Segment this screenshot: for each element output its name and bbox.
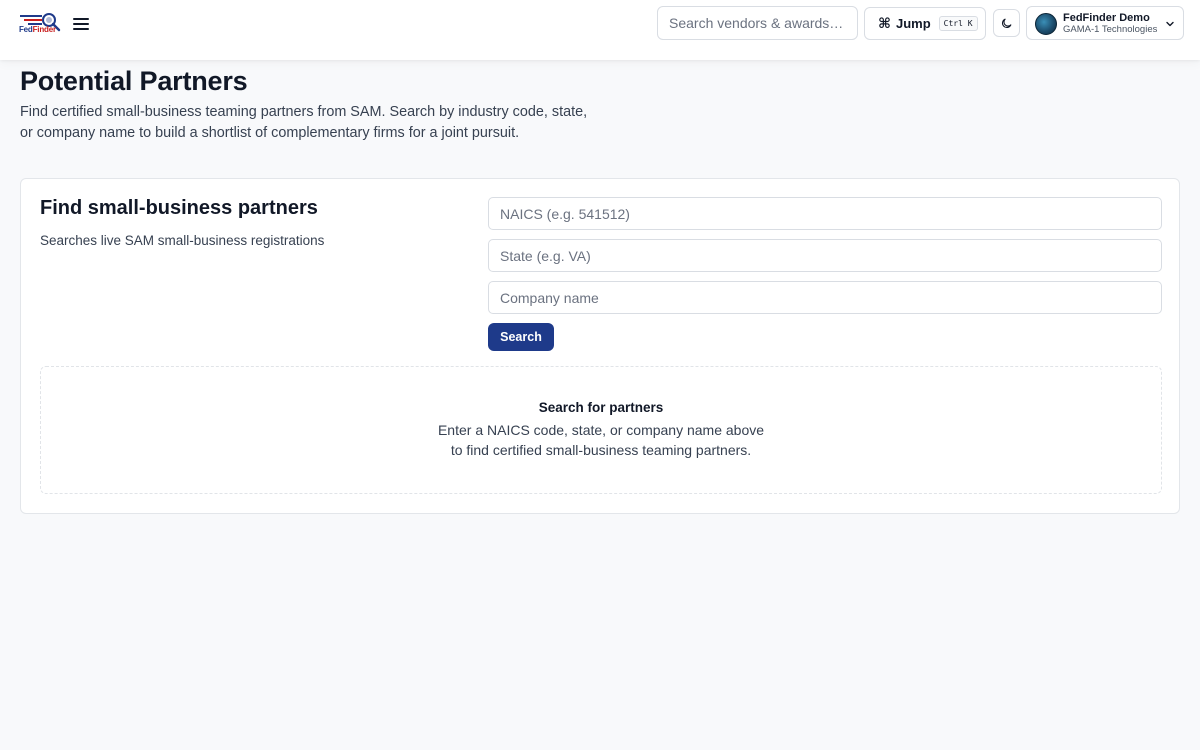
card-subtitle: Searches live SAM small-business registr…	[40, 233, 325, 248]
empty-state: Search for partners Enter a NAICS code, …	[40, 366, 1162, 494]
jump-shortcut: Ctrl K	[938, 16, 978, 31]
company-name-input[interactable]	[488, 281, 1162, 314]
avatar-globe-icon	[1035, 13, 1057, 35]
user-organization: GAMA-1 Technologies	[1063, 24, 1158, 35]
naics-input[interactable]	[488, 197, 1162, 230]
moon-icon	[1001, 18, 1012, 28]
user-name: FedFinder Demo	[1063, 12, 1150, 24]
user-menu[interactable]: FedFinder Demo GAMA-1 Technologies	[1026, 6, 1184, 40]
jump-button[interactable]: ⌘ Jump Ctrl K	[864, 7, 986, 40]
chevron-down-icon	[1166, 21, 1174, 27]
page-description: Find certified small-business teaming pa…	[20, 104, 588, 141]
theme-toggle-button[interactable]	[993, 9, 1020, 37]
card-title: Find small-business partners	[40, 197, 318, 219]
logo-wordmark: FedFinder	[19, 25, 56, 34]
partner-search-card: Find small-business partners Searches li…	[20, 178, 1180, 514]
global-search-input[interactable]	[657, 6, 858, 40]
search-button[interactable]: Search	[488, 323, 554, 351]
logo-text-fed: Fed	[19, 25, 33, 34]
top-navigation-bar: FedFinder ⌘ Jump Ctrl K FedFinder Demo G…	[0, 0, 1200, 60]
command-key-icon: ⌘	[878, 15, 891, 31]
jump-label: Jump	[896, 16, 931, 31]
logo-text-finder: Finder	[32, 25, 56, 34]
page-title: Potential Partners	[20, 66, 248, 96]
hamburger-menu-icon[interactable]	[73, 15, 89, 31]
empty-state-text: Enter a NAICS code, state, or company na…	[437, 422, 765, 458]
empty-state-title: Search for partners	[538, 400, 664, 415]
state-input[interactable]	[488, 239, 1162, 272]
